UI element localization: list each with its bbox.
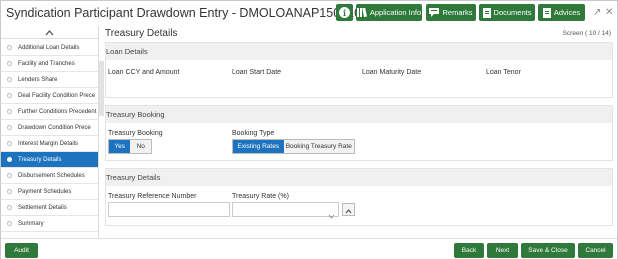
chevron-up-icon — [45, 23, 54, 41]
loan-details-section: Loan Details Loan CCY and Amount Loan St… — [105, 42, 613, 98]
sidebar: Additional Loan Details Facility and Tran… — [1, 26, 99, 238]
booking-type-toggle: Existing Rates Booking Treasury Rate — [232, 139, 355, 154]
treasury-booking-label: Treasury Booking — [108, 130, 163, 137]
back-button[interactable]: Back — [454, 243, 484, 258]
advices-icon — [542, 7, 551, 18]
sidebar-item-label: Summary — [18, 220, 44, 227]
treasury-reference-input[interactable] — [108, 202, 230, 217]
sidebar-item-label: Additional Loan Details — [18, 44, 80, 51]
sidebar-item-label: Interest Margin Details — [18, 140, 79, 147]
sidebar-item-label: Settlement Details — [18, 204, 67, 211]
treasury-details-heading: Treasury Details — [106, 169, 612, 186]
remarks-button[interactable]: Remarks — [426, 4, 476, 21]
info-icon: i — [339, 7, 350, 18]
remarks-label: Remarks — [442, 8, 473, 17]
loan-maturity-date-label: Loan Maturity Date — [362, 69, 422, 76]
treasury-details-section: Treasury Details Treasury Reference Numb… — [105, 168, 613, 226]
sidebar-item-label: Treasury Details — [18, 156, 62, 163]
next-button[interactable]: Next — [487, 243, 518, 258]
sidebar-item[interactable]: Treasury Details — [1, 152, 98, 168]
sidebar-item-label: Lenders Share — [18, 76, 58, 83]
booking-treasury-rate-option[interactable]: Booking Treasury Rate — [283, 140, 354, 153]
loan-tenor-label: Loan Tenor — [486, 69, 521, 76]
step-status-icon — [7, 221, 12, 226]
sidebar-item-label: Payment Schedules — [18, 188, 72, 195]
step-status-icon — [7, 45, 12, 50]
sidebar-item[interactable]: Interest Margin Details — [1, 136, 98, 152]
sidebar-item-label: Disbursement Schedules — [18, 172, 85, 179]
application-window: Syndication Participant Drawdown Entry -… — [0, 0, 618, 259]
yes-option[interactable]: Yes — [109, 140, 131, 153]
chevron-up-icon — [345, 201, 352, 219]
application-info-label: Application Info — [369, 8, 422, 17]
treasury-booking-section: Treasury Booking Treasury Booking Yes No… — [105, 105, 613, 161]
step-status-icon — [7, 61, 12, 66]
remarks-icon — [429, 8, 440, 17]
step-status-icon — [7, 205, 12, 210]
treasury-booking-heading: Treasury Booking — [106, 106, 612, 123]
cancel-button[interactable]: Cancel — [578, 243, 613, 258]
sidebar-item[interactable]: Lenders Share — [1, 72, 98, 88]
step-status-icon — [7, 141, 12, 146]
audit-button[interactable]: Audit — [5, 243, 38, 258]
info-button[interactable]: i — [336, 4, 353, 21]
title-bar: Syndication Participant Drawdown Entry -… — [1, 1, 617, 26]
chevron-down-icon[interactable] — [328, 206, 335, 224]
sidebar-collapse-button[interactable] — [1, 26, 98, 39]
sidebar-item-label: Further Conditions Precedent — [18, 108, 97, 115]
sidebar-item[interactable]: Drawdown Condition Prece — [1, 120, 98, 136]
sidebar-item[interactable]: Facility and Tranches — [1, 56, 98, 72]
treasury-rate-label: Treasury Rate (%) — [232, 193, 289, 200]
step-status-icon — [7, 93, 12, 98]
screen-counter: Screen ( 10 / 14) — [562, 30, 611, 37]
footer-bar: Audit Back Next Save & Close Cancel — [1, 238, 617, 259]
no-option[interactable]: No — [130, 140, 151, 153]
sidebar-item[interactable]: Additional Loan Details — [1, 40, 98, 56]
documents-label: Documents — [493, 8, 532, 17]
sidebar-item[interactable]: Disbursement Schedules — [1, 168, 98, 184]
step-status-icon — [7, 109, 12, 114]
treasury-reference-label: Treasury Reference Number — [108, 193, 197, 200]
sidebar-item[interactable]: Summary — [1, 216, 98, 232]
booking-type-label: Booking Type — [232, 130, 275, 137]
sidebar-item-label: Drawdown Condition Prece — [18, 124, 91, 131]
loan-details-heading: Loan Details — [106, 43, 612, 60]
step-status-icon — [7, 77, 12, 82]
advices-button[interactable]: Advices — [538, 4, 585, 21]
close-icon[interactable]: ✕ — [605, 7, 613, 18]
sidebar-item[interactable]: Settlement Details — [1, 200, 98, 216]
existing-rates-option[interactable]: Existing Rates — [233, 140, 284, 153]
treasury-rate-input[interactable] — [232, 202, 339, 217]
sidebar-item-label: Deal Facility Condition Prece — [18, 92, 96, 99]
save-close-button[interactable]: Save & Close — [521, 243, 575, 258]
documents-icon — [482, 7, 491, 18]
treasury-booking-toggle: Yes No — [108, 139, 152, 154]
page-title: Treasury Details — [105, 28, 178, 39]
sidebar-item[interactable]: Deal Facility Condition Prece — [1, 88, 98, 104]
application-info-icon — [356, 8, 367, 17]
step-status-icon — [7, 173, 12, 178]
step-status-icon — [7, 125, 12, 130]
documents-button[interactable]: Documents — [479, 4, 535, 21]
sidebar-item[interactable]: Payment Schedules — [1, 184, 98, 200]
loan-start-date-label: Loan Start Date — [232, 69, 282, 76]
advices-label: Advices — [553, 8, 581, 17]
sidebar-item-label: Facility and Tranches — [18, 60, 75, 67]
expand-icon[interactable]: ↗ — [593, 7, 601, 18]
loan-ccy-amount-label: Loan CCY and Amount — [108, 69, 180, 76]
rate-increment-button[interactable] — [342, 203, 355, 216]
step-status-icon — [7, 189, 12, 194]
sidebar-scrollbar[interactable] — [99, 61, 104, 116]
step-status-icon — [7, 157, 12, 162]
application-info-button[interactable]: Application Info — [356, 4, 422, 21]
sidebar-item[interactable]: Further Conditions Precedent — [1, 104, 98, 120]
